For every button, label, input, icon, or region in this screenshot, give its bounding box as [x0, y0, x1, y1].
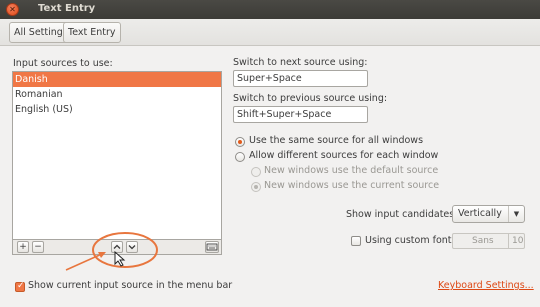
new-current-label: New windows use the current source [264, 180, 440, 191]
same-source-radio[interactable] [235, 137, 245, 147]
new-current-radio[interactable] [251, 182, 261, 192]
next-source-shortcut-field[interactable]: Super+Space [233, 70, 368, 87]
font-chooser-button[interactable]: Sans 10 [452, 233, 525, 249]
mouse-pointer-icon [114, 250, 126, 267]
candidates-value: Vertically [458, 208, 502, 219]
different-sources-radio[interactable] [235, 152, 245, 162]
prev-source-label: Switch to previous source using: [233, 93, 388, 104]
font-divider [508, 233, 509, 248]
different-sources-label: Allow different sources for each window [249, 150, 439, 161]
custom-font-checkbox[interactable] [351, 236, 361, 246]
new-default-label: New windows use the default source [264, 165, 439, 176]
keyboard-settings-link[interactable]: Keyboard Settings... [438, 280, 534, 291]
same-source-label: Use the same source for all windows [249, 135, 424, 146]
next-source-label: Switch to next source using: [233, 57, 368, 68]
dropdown-arrow-icon: ▼ [508, 206, 524, 222]
show-current-source-checkbox[interactable] [15, 281, 25, 292]
show-current-source-label: Show current input source in the menu ba… [28, 280, 233, 291]
candidates-label: Show input candidates: [346, 209, 458, 220]
annotation-arrow [65, 252, 105, 271]
font-size: 10 [512, 236, 524, 246]
custom-font-label: Using custom font: [365, 235, 455, 246]
prev-source-shortcut-field[interactable]: Shift+Super+Space [233, 106, 368, 123]
annotation-circle [92, 232, 158, 268]
font-name: Sans [472, 236, 494, 246]
candidates-dropdown[interactable]: Vertically ▼ [452, 205, 525, 223]
new-default-radio[interactable] [251, 167, 261, 177]
